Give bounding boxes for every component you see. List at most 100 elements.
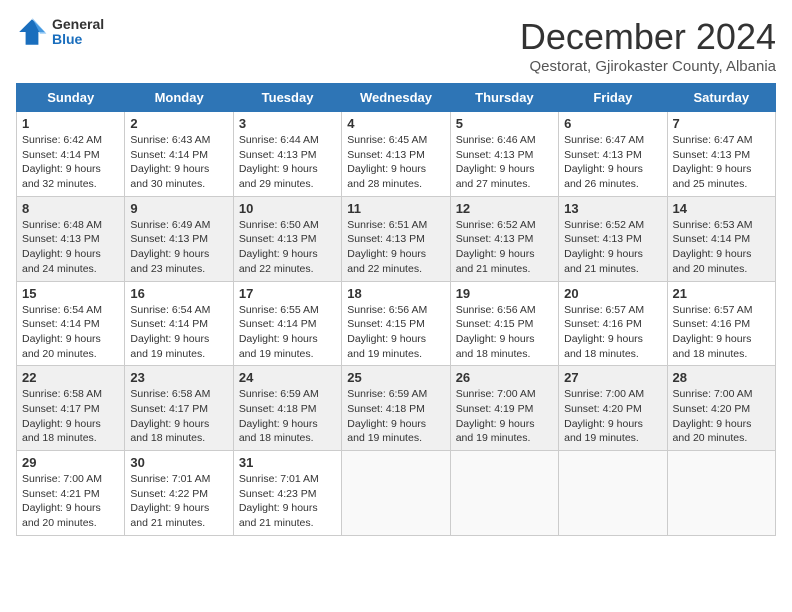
- day-number: 18: [347, 286, 444, 301]
- day-detail: Sunrise: 6:42 AM Sunset: 4:14 PM Dayligh…: [22, 133, 119, 192]
- table-row: 21 Sunrise: 6:57 AM Sunset: 4:16 PM Dayl…: [667, 281, 775, 366]
- day-number: 19: [456, 286, 553, 301]
- header-saturday: Saturday: [667, 84, 775, 112]
- table-row: 16 Sunrise: 6:54 AM Sunset: 4:14 PM Dayl…: [125, 281, 233, 366]
- header-tuesday: Tuesday: [233, 84, 341, 112]
- header-row: Sunday Monday Tuesday Wednesday Thursday…: [17, 84, 776, 112]
- day-detail: Sunrise: 6:57 AM Sunset: 4:16 PM Dayligh…: [673, 303, 770, 362]
- logo: General Blue: [16, 16, 104, 48]
- day-number: 28: [673, 370, 770, 385]
- day-number: 25: [347, 370, 444, 385]
- day-number: 8: [22, 201, 119, 216]
- table-row: 4 Sunrise: 6:45 AM Sunset: 4:13 PM Dayli…: [342, 112, 450, 197]
- header-monday: Monday: [125, 84, 233, 112]
- day-number: 14: [673, 201, 770, 216]
- day-detail: Sunrise: 6:52 AM Sunset: 4:13 PM Dayligh…: [564, 218, 661, 277]
- day-number: 13: [564, 201, 661, 216]
- table-row: 20 Sunrise: 6:57 AM Sunset: 4:16 PM Dayl…: [559, 281, 667, 366]
- table-row: [667, 451, 775, 536]
- day-detail: Sunrise: 6:56 AM Sunset: 4:15 PM Dayligh…: [347, 303, 444, 362]
- calendar-title: December 2024: [520, 16, 776, 58]
- day-number: 17: [239, 286, 336, 301]
- day-detail: Sunrise: 6:43 AM Sunset: 4:14 PM Dayligh…: [130, 133, 227, 192]
- table-row: 7 Sunrise: 6:47 AM Sunset: 4:13 PM Dayli…: [667, 112, 775, 197]
- table-row: 30 Sunrise: 7:01 AM Sunset: 4:22 PM Dayl…: [125, 451, 233, 536]
- day-detail: Sunrise: 7:00 AM Sunset: 4:20 PM Dayligh…: [564, 387, 661, 446]
- table-row: 10 Sunrise: 6:50 AM Sunset: 4:13 PM Dayl…: [233, 196, 341, 281]
- table-row: 14 Sunrise: 6:53 AM Sunset: 4:14 PM Dayl…: [667, 196, 775, 281]
- table-row: 2 Sunrise: 6:43 AM Sunset: 4:14 PM Dayli…: [125, 112, 233, 197]
- table-row: [342, 451, 450, 536]
- day-detail: Sunrise: 6:58 AM Sunset: 4:17 PM Dayligh…: [22, 387, 119, 446]
- day-detail: Sunrise: 6:57 AM Sunset: 4:16 PM Dayligh…: [564, 303, 661, 362]
- title-block: December 2024 Qestorat, Gjirokaster Coun…: [520, 16, 776, 75]
- table-row: [450, 451, 558, 536]
- table-row: 11 Sunrise: 6:51 AM Sunset: 4:13 PM Dayl…: [342, 196, 450, 281]
- day-detail: Sunrise: 6:52 AM Sunset: 4:13 PM Dayligh…: [456, 218, 553, 277]
- day-number: 7: [673, 116, 770, 131]
- day-detail: Sunrise: 6:47 AM Sunset: 4:13 PM Dayligh…: [673, 133, 770, 192]
- calendar-subtitle: Qestorat, Gjirokaster County, Albania: [520, 58, 776, 75]
- logo-general-text: General: [52, 17, 104, 32]
- day-number: 21: [673, 286, 770, 301]
- calendar-week-1: 1 Sunrise: 6:42 AM Sunset: 4:14 PM Dayli…: [17, 112, 776, 197]
- day-number: 22: [22, 370, 119, 385]
- day-number: 11: [347, 201, 444, 216]
- day-number: 4: [347, 116, 444, 131]
- day-detail: Sunrise: 6:45 AM Sunset: 4:13 PM Dayligh…: [347, 133, 444, 192]
- header-friday: Friday: [559, 84, 667, 112]
- day-number: 31: [239, 455, 336, 470]
- day-detail: Sunrise: 6:49 AM Sunset: 4:13 PM Dayligh…: [130, 218, 227, 277]
- day-detail: Sunrise: 6:59 AM Sunset: 4:18 PM Dayligh…: [347, 387, 444, 446]
- table-row: 3 Sunrise: 6:44 AM Sunset: 4:13 PM Dayli…: [233, 112, 341, 197]
- table-row: 8 Sunrise: 6:48 AM Sunset: 4:13 PM Dayli…: [17, 196, 125, 281]
- table-row: 26 Sunrise: 7:00 AM Sunset: 4:19 PM Dayl…: [450, 366, 558, 451]
- day-detail: Sunrise: 6:56 AM Sunset: 4:15 PM Dayligh…: [456, 303, 553, 362]
- day-detail: Sunrise: 6:58 AM Sunset: 4:17 PM Dayligh…: [130, 387, 227, 446]
- table-row: 15 Sunrise: 6:54 AM Sunset: 4:14 PM Dayl…: [17, 281, 125, 366]
- day-detail: Sunrise: 6:54 AM Sunset: 4:14 PM Dayligh…: [22, 303, 119, 362]
- calendar-week-4: 22 Sunrise: 6:58 AM Sunset: 4:17 PM Dayl…: [17, 366, 776, 451]
- day-number: 26: [456, 370, 553, 385]
- day-number: 15: [22, 286, 119, 301]
- day-number: 27: [564, 370, 661, 385]
- table-row: 28 Sunrise: 7:00 AM Sunset: 4:20 PM Dayl…: [667, 366, 775, 451]
- day-detail: Sunrise: 6:46 AM Sunset: 4:13 PM Dayligh…: [456, 133, 553, 192]
- page-header: General Blue December 2024 Qestorat, Gji…: [16, 16, 776, 75]
- table-row: 31 Sunrise: 7:01 AM Sunset: 4:23 PM Dayl…: [233, 451, 341, 536]
- day-detail: Sunrise: 7:01 AM Sunset: 4:22 PM Dayligh…: [130, 472, 227, 531]
- calendar-week-2: 8 Sunrise: 6:48 AM Sunset: 4:13 PM Dayli…: [17, 196, 776, 281]
- calendar-week-5: 29 Sunrise: 7:00 AM Sunset: 4:21 PM Dayl…: [17, 451, 776, 536]
- table-row: 27 Sunrise: 7:00 AM Sunset: 4:20 PM Dayl…: [559, 366, 667, 451]
- table-row: 12 Sunrise: 6:52 AM Sunset: 4:13 PM Dayl…: [450, 196, 558, 281]
- table-row: 22 Sunrise: 6:58 AM Sunset: 4:17 PM Dayl…: [17, 366, 125, 451]
- day-number: 9: [130, 201, 227, 216]
- day-number: 20: [564, 286, 661, 301]
- table-row: 5 Sunrise: 6:46 AM Sunset: 4:13 PM Dayli…: [450, 112, 558, 197]
- day-detail: Sunrise: 6:53 AM Sunset: 4:14 PM Dayligh…: [673, 218, 770, 277]
- day-number: 30: [130, 455, 227, 470]
- day-number: 3: [239, 116, 336, 131]
- day-detail: Sunrise: 6:59 AM Sunset: 4:18 PM Dayligh…: [239, 387, 336, 446]
- day-number: 23: [130, 370, 227, 385]
- day-detail: Sunrise: 6:44 AM Sunset: 4:13 PM Dayligh…: [239, 133, 336, 192]
- calendar-week-3: 15 Sunrise: 6:54 AM Sunset: 4:14 PM Dayl…: [17, 281, 776, 366]
- table-row: 24 Sunrise: 6:59 AM Sunset: 4:18 PM Dayl…: [233, 366, 341, 451]
- day-number: 29: [22, 455, 119, 470]
- day-number: 1: [22, 116, 119, 131]
- day-number: 16: [130, 286, 227, 301]
- calendar-table: Sunday Monday Tuesday Wednesday Thursday…: [16, 83, 776, 536]
- day-number: 12: [456, 201, 553, 216]
- day-detail: Sunrise: 6:47 AM Sunset: 4:13 PM Dayligh…: [564, 133, 661, 192]
- day-detail: Sunrise: 6:51 AM Sunset: 4:13 PM Dayligh…: [347, 218, 444, 277]
- day-detail: Sunrise: 6:54 AM Sunset: 4:14 PM Dayligh…: [130, 303, 227, 362]
- day-number: 5: [456, 116, 553, 131]
- day-detail: Sunrise: 7:00 AM Sunset: 4:19 PM Dayligh…: [456, 387, 553, 446]
- logo-blue-text: Blue: [52, 32, 104, 47]
- table-row: 25 Sunrise: 6:59 AM Sunset: 4:18 PM Dayl…: [342, 366, 450, 451]
- day-detail: Sunrise: 7:00 AM Sunset: 4:21 PM Dayligh…: [22, 472, 119, 531]
- table-row: 17 Sunrise: 6:55 AM Sunset: 4:14 PM Dayl…: [233, 281, 341, 366]
- table-row: 23 Sunrise: 6:58 AM Sunset: 4:17 PM Dayl…: [125, 366, 233, 451]
- table-row: 19 Sunrise: 6:56 AM Sunset: 4:15 PM Dayl…: [450, 281, 558, 366]
- table-row: 13 Sunrise: 6:52 AM Sunset: 4:13 PM Dayl…: [559, 196, 667, 281]
